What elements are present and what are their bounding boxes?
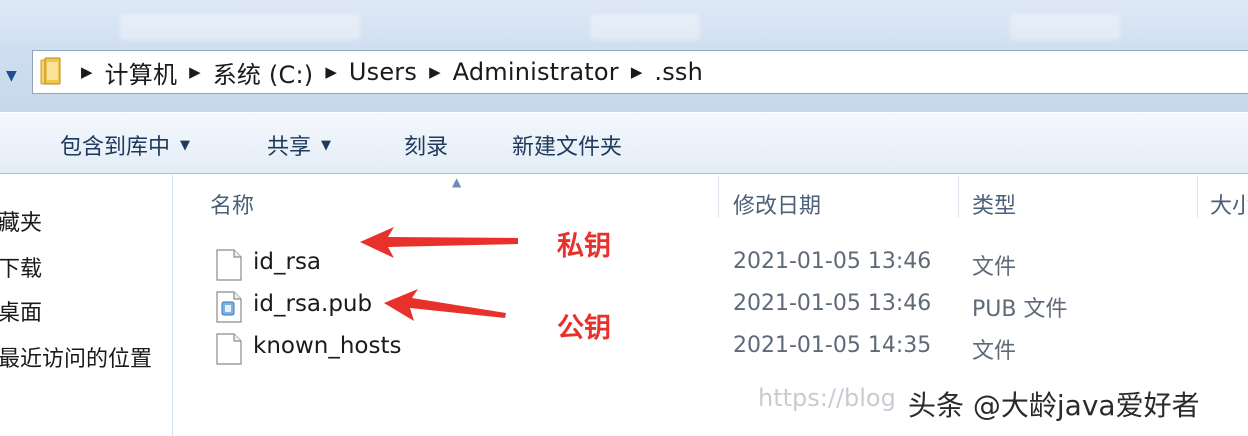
background-tab: [1010, 14, 1120, 40]
new-folder-label: 新建文件夹: [512, 135, 623, 160]
private-key-annotation: 私钥: [557, 231, 611, 262]
breadcrumb-administrator[interactable]: Administrator: [453, 58, 619, 86]
pub-file-icon: [216, 291, 242, 323]
include-in-library-label: 包含到库中: [60, 135, 171, 160]
burn-label: 刻录: [404, 135, 449, 160]
watermark-url: https://blog: [758, 384, 896, 412]
file-date-modified: 2021-01-05 13:46: [733, 249, 932, 274]
breadcrumb-separator-icon[interactable]: ▶: [81, 63, 93, 81]
blank-file-icon: [216, 333, 242, 365]
breadcrumb-ssh[interactable]: .ssh: [654, 58, 703, 86]
public-key-annotation: 公钥: [557, 313, 611, 344]
folder-icon: [39, 57, 65, 87]
command-toolbar: 包含到库中 ▼ 共享 ▼ 刻录 新建文件夹: [0, 112, 1248, 174]
nav-item-favorites[interactable]: 藏夹: [0, 205, 42, 237]
file-name: id_rsa.pub: [253, 291, 373, 317]
blank-file-icon: [216, 249, 242, 281]
file-date-modified: 2021-01-05 14:35: [733, 333, 932, 358]
public-key-arrow-icon: [384, 289, 506, 321]
file-name: id_rsa: [253, 249, 322, 275]
column-header-date-modified[interactable]: 修改日期: [733, 188, 821, 220]
burn-button[interactable]: 刻录: [404, 129, 448, 161]
breadcrumb-users[interactable]: Users: [349, 58, 417, 86]
window-title-area: ▼ ▶ 计算机 ▶ 系统 (C:) ▶ Users ▶ Administrato…: [0, 0, 1248, 112]
background-tab: [590, 14, 700, 40]
column-header-type[interactable]: 类型: [972, 188, 1016, 220]
address-bar[interactable]: ▶ 计算机 ▶ 系统 (C:) ▶ Users ▶ Administrator …: [32, 50, 1248, 94]
column-divider[interactable]: [718, 176, 719, 218]
new-folder-button[interactable]: 新建文件夹: [512, 129, 622, 161]
share-label: 共享: [267, 135, 312, 160]
breadcrumb-computer[interactable]: 计算机: [105, 55, 178, 90]
file-type: 文件: [972, 255, 1017, 280]
chevron-down-icon: ▼: [321, 137, 332, 153]
nav-item-downloads[interactable]: 下载: [0, 251, 42, 283]
background-tab: [120, 14, 360, 40]
include-in-library-button[interactable]: 包含到库中 ▼: [60, 129, 190, 161]
chevron-down-icon: ▼: [180, 137, 191, 153]
breadcrumb-separator-icon[interactable]: ▶: [631, 63, 643, 81]
column-header-size[interactable]: 大小: [1210, 188, 1248, 220]
private-key-arrow-icon: [360, 227, 518, 258]
nav-item-desktop[interactable]: 桌面: [0, 295, 42, 327]
file-row-known-hosts[interactable]: known_hosts 2021-01-05 14:35 文件: [176, 327, 1248, 369]
column-divider[interactable]: [1197, 176, 1198, 218]
watermark-source: 头条 @大龄java爱好者: [908, 389, 1200, 422]
breadcrumb-separator-icon[interactable]: ▶: [325, 63, 337, 81]
file-name: known_hosts: [253, 333, 402, 359]
file-row-id-rsa[interactable]: id_rsa 2021-01-05 13:46 文件: [176, 243, 1248, 285]
breadcrumb-system-drive[interactable]: 系统 (C:): [213, 55, 314, 90]
file-row-id-rsa-pub[interactable]: id_rsa.pub 2021-01-05 13:46 PUB 文件: [176, 285, 1248, 327]
navigation-pane: 藏夹 下载 桌面 最近访问的位置: [0, 175, 173, 436]
breadcrumb-separator-icon[interactable]: ▶: [189, 63, 201, 81]
column-divider[interactable]: [958, 176, 959, 218]
file-type: 文件: [972, 339, 1017, 364]
share-button[interactable]: 共享 ▼: [267, 129, 331, 161]
breadcrumb-separator-icon[interactable]: ▶: [429, 63, 441, 81]
file-type: PUB 文件: [972, 297, 1068, 322]
column-header-name[interactable]: 名称: [210, 188, 254, 220]
recent-locations-dropdown-icon[interactable]: ▼: [6, 68, 17, 84]
sort-ascending-icon: ▲: [452, 175, 462, 189]
file-date-modified: 2021-01-05 13:46: [733, 291, 932, 316]
nav-item-recent-places[interactable]: 最近访问的位置: [0, 341, 152, 373]
